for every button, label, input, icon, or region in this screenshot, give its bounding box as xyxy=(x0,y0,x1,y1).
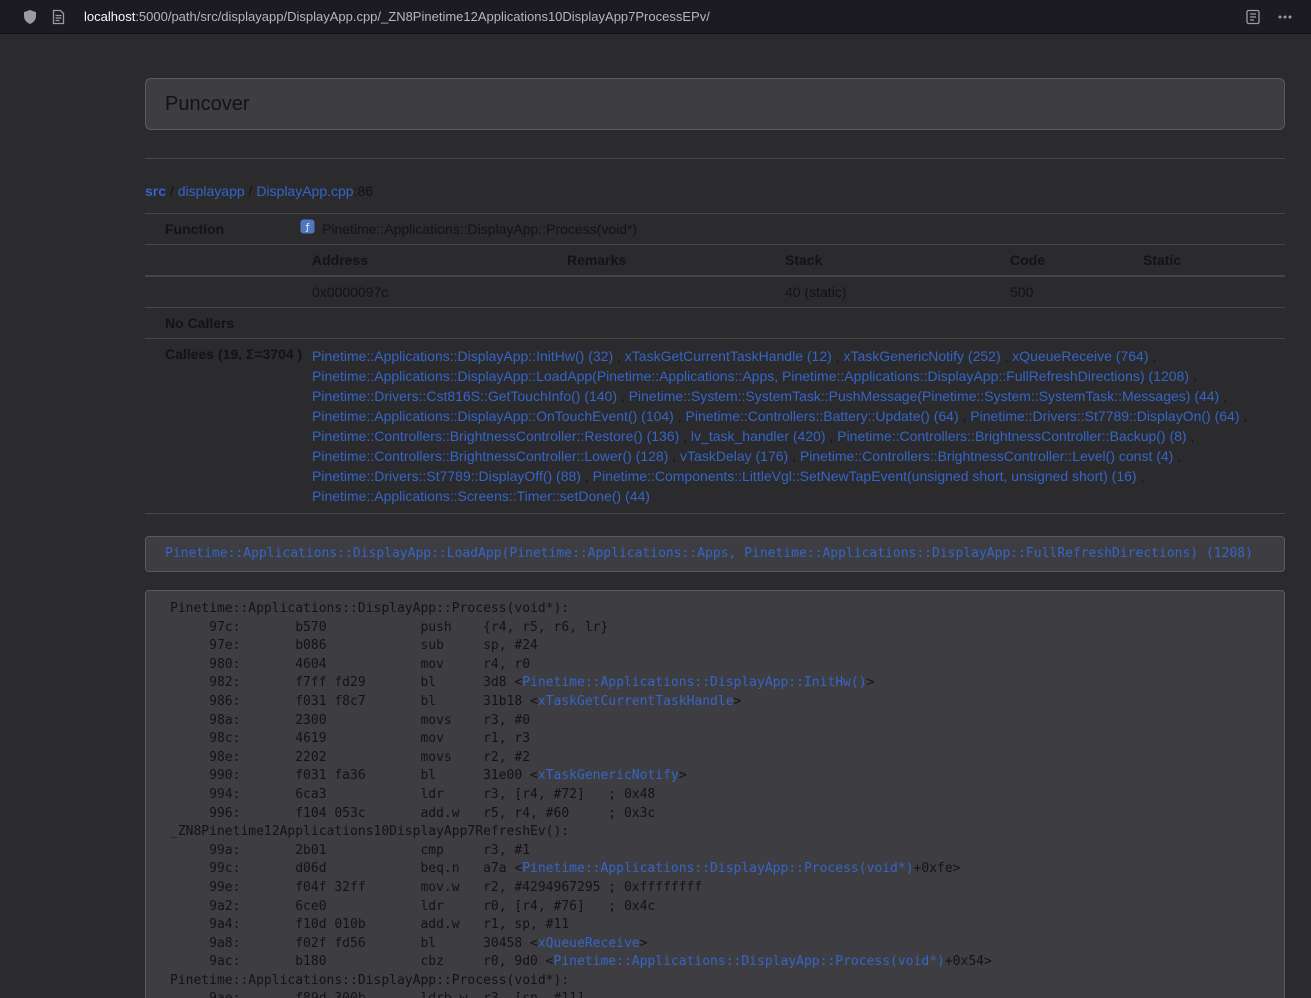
callee-separator: , xyxy=(1173,448,1181,464)
column-header-stack: Stack xyxy=(763,245,988,275)
callee-separator: , xyxy=(1187,428,1195,444)
disassembly-symbol-link[interactable]: Pinetime::Applications::DisplayApp::Init… xyxy=(522,675,866,690)
column-header-remarks: Remarks xyxy=(545,245,763,275)
disassembly-symbol-link[interactable]: xTaskGenericNotify xyxy=(538,768,679,783)
disassembly-symbol-link[interactable]: Pinetime::Applications::DisplayApp::Proc… xyxy=(554,954,945,969)
symbol-type-icon: ƒ xyxy=(300,219,315,239)
puncover-page: Puncover src / displayapp / DisplayApp.c… xyxy=(145,78,1285,998)
site-identity-page-icon[interactable] xyxy=(44,3,72,31)
callees-list: Pinetime::Applications::DisplayApp::Init… xyxy=(290,339,1285,513)
function-name: Pinetime::Applications::DisplayApp::Proc… xyxy=(322,219,637,239)
callee-link[interactable]: Pinetime::Drivers::St7789::DisplayOff() … xyxy=(312,468,581,484)
callee-separator: , xyxy=(1219,388,1227,404)
browser-url-bar: localhost:5000/path/src/displayapp/Displ… xyxy=(0,0,1311,34)
remarks-value xyxy=(545,277,763,307)
callee-separator: , xyxy=(1240,408,1248,424)
address-value: 0x0000097c xyxy=(290,277,545,307)
disassembly-symbol-link[interactable]: xQueueReceive xyxy=(538,936,640,951)
callee-link[interactable]: Pinetime::Controllers::BrightnessControl… xyxy=(312,448,668,464)
callee-link[interactable]: Pinetime::Applications::Screens::Timer::… xyxy=(312,488,650,504)
selected-callee-link[interactable]: Pinetime::Applications::DisplayApp::Load… xyxy=(165,546,1253,561)
callee-link[interactable]: Pinetime::Controllers::BrightnessControl… xyxy=(837,428,1186,444)
url-host: localhost xyxy=(84,9,135,24)
url-path: :5000/path/src/displayapp/DisplayApp.cpp… xyxy=(135,9,710,24)
static-value xyxy=(1121,277,1285,307)
callee-separator: , xyxy=(613,348,625,364)
breadcrumb-link-src[interactable]: src xyxy=(145,183,166,199)
callee-separator: , xyxy=(581,468,593,484)
breadcrumb-separator: / xyxy=(245,183,257,199)
callee-link[interactable]: Pinetime::Drivers::St7789::DisplayOn() (… xyxy=(970,408,1239,424)
callee-separator: , xyxy=(679,428,691,444)
page-title: Puncover xyxy=(165,92,1265,116)
callee-link[interactable]: vTaskDelay (176) xyxy=(680,448,788,464)
disassembly-block: Pinetime::Applications::DisplayApp::Proc… xyxy=(145,590,1285,998)
stack-value: 40 (static) xyxy=(763,277,988,307)
callee-link[interactable]: Pinetime::Controllers::BrightnessControl… xyxy=(800,448,1173,464)
function-row-label: Function xyxy=(145,214,290,244)
callee-link[interactable]: Pinetime::System::SystemTask::PushMessag… xyxy=(629,388,1220,404)
column-header-address: Address xyxy=(290,245,545,275)
divider xyxy=(145,158,1285,159)
callee-link[interactable]: Pinetime::Applications::DisplayApp::Init… xyxy=(312,348,613,364)
callees-row: Callees (19, Σ=3704 ) Pinetime::Applicat… xyxy=(145,339,1285,514)
callee-separator: , xyxy=(832,348,844,364)
callee-separator: , xyxy=(668,448,680,464)
disassembly-symbol-link[interactable]: xTaskGetCurrentTaskHandle xyxy=(538,694,734,709)
callee-separator: , xyxy=(788,448,800,464)
function-row: Function ƒ Pinetime::Applications::Displ… xyxy=(145,214,1285,245)
callee-link[interactable]: lv_task_handler (420) xyxy=(691,428,826,444)
breadcrumb-link-displayapp[interactable]: displayapp xyxy=(178,183,245,199)
callee-separator: , xyxy=(1148,348,1156,364)
callee-link[interactable]: xTaskGetCurrentTaskHandle (12) xyxy=(625,348,832,364)
selected-callee-panel: Pinetime::Applications::DisplayApp::Load… xyxy=(145,536,1285,572)
no-callers-label: No Callers xyxy=(145,308,290,338)
callee-separator: , xyxy=(959,408,971,424)
callee-link[interactable]: Pinetime::Drivers::Cst816S::GetTouchInfo… xyxy=(312,388,617,404)
callees-label: Callees (19, Σ=3704 ) xyxy=(145,339,290,369)
disassembly-symbol-link[interactable]: Pinetime::Applications::DisplayApp::Proc… xyxy=(522,861,913,876)
more-menu-icon[interactable] xyxy=(1271,3,1299,31)
reader-view-icon[interactable] xyxy=(1239,3,1267,31)
breadcrumb-separator: / xyxy=(166,183,178,199)
columns-header-row: Address Remarks Stack Code Static xyxy=(145,245,1285,277)
function-name-cell: ƒ Pinetime::Applications::DisplayApp::Pr… xyxy=(290,214,1285,244)
column-header-static: Static xyxy=(1121,245,1285,275)
values-row: 0x0000097c 40 (static) 500 xyxy=(145,277,1285,308)
callee-separator: , xyxy=(1001,348,1013,364)
callee-separator: , xyxy=(674,408,686,424)
no-callers-row: No Callers xyxy=(145,308,1285,339)
breadcrumb: src / displayapp / DisplayApp.cpp:86 xyxy=(145,181,1285,201)
callee-separator: , xyxy=(1137,468,1145,484)
svg-text:ƒ: ƒ xyxy=(305,223,310,233)
callee-separator: , xyxy=(1189,368,1197,384)
code-value: 500 xyxy=(988,277,1121,307)
breadcrumb-line-number: :86 xyxy=(354,183,373,199)
url-bar[interactable]: localhost:5000/path/src/displayapp/Displ… xyxy=(84,9,1239,24)
callee-link[interactable]: Pinetime::Applications::DisplayApp::Load… xyxy=(312,368,1189,384)
callee-separator: , xyxy=(826,428,838,444)
tracking-protection-shield-icon[interactable] xyxy=(16,3,44,31)
callee-link[interactable]: Pinetime::Controllers::Battery::Update()… xyxy=(686,408,959,424)
callee-separator: , xyxy=(617,388,629,404)
function-table: Function ƒ Pinetime::Applications::Displ… xyxy=(145,213,1285,514)
callee-link[interactable]: Pinetime::Controllers::BrightnessControl… xyxy=(312,428,679,444)
callee-link[interactable]: Pinetime::Components::LittleVgl::SetNewT… xyxy=(593,468,1137,484)
breadcrumb-link-DisplayApp.cpp[interactable]: DisplayApp.cpp xyxy=(256,183,353,199)
column-header-code: Code xyxy=(988,245,1121,275)
callee-link[interactable]: xQueueReceive (764) xyxy=(1012,348,1148,364)
callee-link[interactable]: xTaskGenericNotify (252) xyxy=(843,348,1000,364)
jumbotron: Puncover xyxy=(145,78,1285,130)
callee-link[interactable]: Pinetime::Applications::DisplayApp::OnTo… xyxy=(312,408,674,424)
